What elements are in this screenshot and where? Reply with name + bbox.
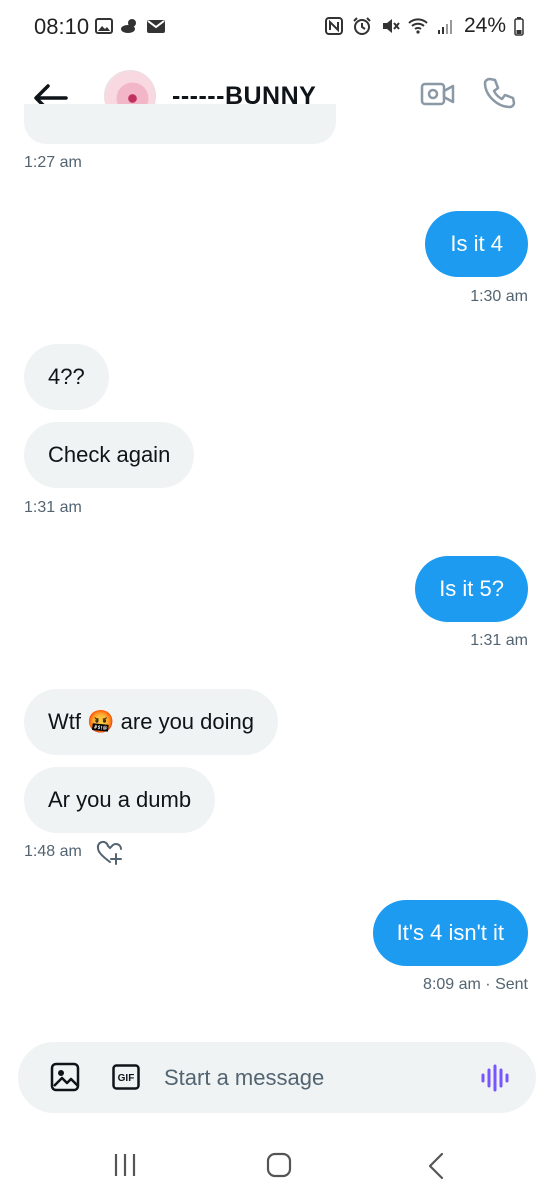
message-text: are you doing (120, 709, 254, 734)
incoming-message-bubble[interactable]: 4?? (24, 344, 109, 410)
outgoing-message-bubble[interactable]: Is it 5? (415, 556, 528, 622)
message-timestamp: 1:27 am (24, 154, 82, 171)
status-right: 24% (324, 14, 524, 38)
angry-face-emoji: 🤬 (87, 709, 115, 734)
back-nav-icon[interactable] (424, 1152, 448, 1180)
message-composer: GIF (18, 1042, 536, 1113)
incoming-message-bubble[interactable]: Check again (24, 422, 195, 488)
system-navigation-bar (0, 1140, 554, 1200)
recent-apps-icon[interactable] (112, 1152, 138, 1178)
battery-icon (514, 17, 524, 36)
gif-icon[interactable]: GIF (112, 1064, 140, 1090)
signal-icon (437, 20, 452, 34)
message-timestamp: 8:09 am · Sent (423, 976, 528, 993)
status-time: 08:10 (34, 14, 90, 39)
wifi-icon (408, 18, 428, 34)
previous-message-bubble[interactable] (24, 104, 336, 144)
video-call-icon[interactable] (420, 80, 456, 108)
outgoing-message-bubble[interactable]: Is it 4 (425, 211, 528, 277)
message-timestamp: 1:30 am (470, 288, 528, 305)
phone-icon[interactable] (482, 76, 516, 110)
incoming-message-bubble[interactable]: Ar you a dumb (24, 767, 216, 833)
outgoing-message-bubble[interactable]: It's 4 isn't it (372, 900, 528, 966)
message-timestamp: 1:31 am (24, 499, 82, 516)
mute-icon (382, 19, 400, 33)
battery-percent: 24% (463, 14, 506, 37)
image-icon[interactable] (50, 1062, 80, 1092)
status-notification-icons (94, 16, 166, 36)
nfc-icon (324, 17, 343, 35)
gallery-notification-icon (95, 18, 113, 34)
message-timestamp: 1:31 am (470, 632, 528, 649)
alarm-icon (353, 17, 371, 35)
mail-notification-icon (147, 20, 165, 33)
message-timestamp: 1:48 am (24, 843, 82, 860)
voice-icon[interactable] (480, 1064, 510, 1092)
message-text: Wtf (48, 709, 81, 734)
add-reaction-icon[interactable] (96, 840, 124, 866)
gif-label: GIF (118, 1073, 135, 1084)
weather-notification-icon (121, 19, 136, 33)
status-bar: 08:10 24% (0, 0, 554, 58)
message-input[interactable] (164, 1062, 454, 1094)
incoming-message-bubble[interactable]: Wtf 🤬 are you doing (24, 689, 278, 755)
home-icon[interactable] (266, 1152, 292, 1178)
